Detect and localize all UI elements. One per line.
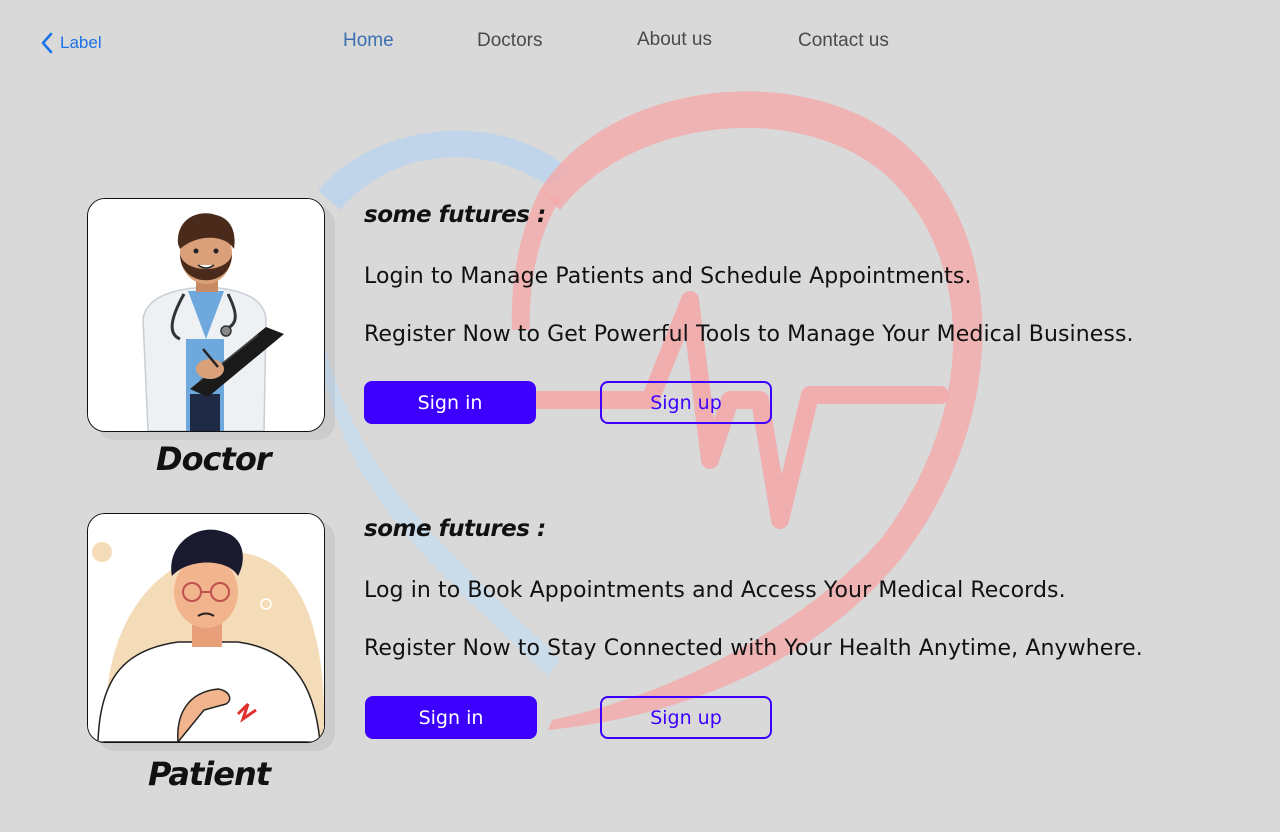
patient-illustration: [88, 514, 324, 742]
nav-doctors[interactable]: Doctors: [477, 30, 542, 52]
patient-role-label: Patient: [148, 755, 271, 793]
doctor-feature-1: Login to Manage Patients and Schedule Ap…: [364, 264, 972, 289]
doctor-role-label: Doctor: [156, 440, 272, 478]
doctor-sign-in-button[interactable]: Sign in: [364, 381, 536, 424]
chevron-left-icon: [40, 32, 54, 54]
doctor-image[interactable]: [87, 198, 325, 432]
back-label: Label: [60, 33, 102, 52]
doctor-sign-up-button[interactable]: Sign up: [600, 381, 772, 424]
doctor-illustration: [88, 199, 324, 431]
back-button[interactable]: Label: [40, 32, 102, 54]
patient-feature-2: Register Now to Stay Connected with Your…: [364, 636, 1143, 661]
nav-home[interactable]: Home: [343, 30, 394, 52]
patient-features-title: some futures :: [364, 516, 546, 542]
patient-feature-1: Log in to Book Appointments and Access Y…: [364, 578, 1066, 603]
patient-sign-in-button[interactable]: Sign in: [365, 696, 537, 739]
doctor-features-title: some futures :: [364, 202, 546, 228]
doctor-feature-2: Register Now to Get Powerful Tools to Ma…: [364, 322, 1134, 347]
nav-about-us[interactable]: About us: [637, 29, 712, 51]
landing-page: Label Home Doctors About us Contact us D…: [0, 0, 1280, 832]
patient-image[interactable]: [87, 513, 325, 743]
nav-contact-us[interactable]: Contact us: [798, 30, 889, 52]
patient-sign-up-button[interactable]: Sign up: [600, 696, 772, 739]
